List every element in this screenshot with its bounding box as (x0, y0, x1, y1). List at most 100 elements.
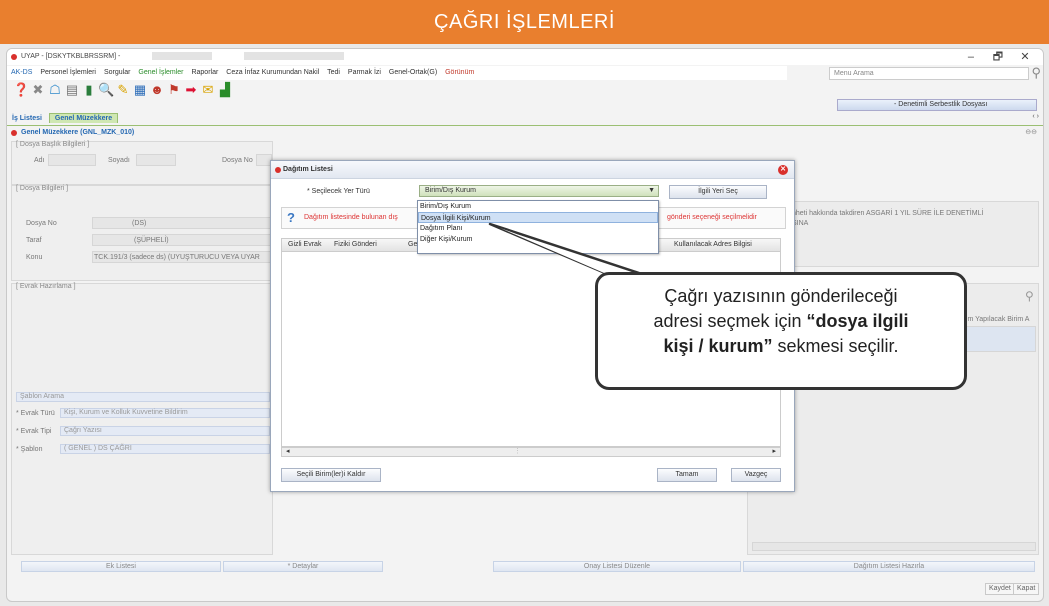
callout-bold: kişi / kurum” (663, 336, 773, 356)
option-birim-dis-kurum[interactable]: Birim/Dış Kurum (418, 201, 658, 212)
list-icon[interactable]: ▤ (64, 82, 80, 98)
chevron-down-icon[interactable]: ▼ (648, 186, 655, 196)
yer-turu-value: Birim/Dış Kurum (425, 187, 476, 194)
option-dosya-ilgili-kisi-kurum[interactable]: Dosya İlgili Kişi/Kurum (418, 212, 658, 223)
menu-item-parmak-izi[interactable]: Parmak İzi (348, 69, 381, 76)
dosya-type-select[interactable]: - Denetimli Serbestlik Dosyası (837, 99, 1037, 111)
search-icon[interactable]: ⚲ (1025, 289, 1034, 303)
menu-item-akds[interactable]: AK-DS (11, 69, 32, 76)
taraf-label: Taraf (26, 237, 42, 244)
close-doc-icon[interactable]: ✖ (30, 82, 46, 98)
taraf-value: (ŞÜPHELİ) (134, 237, 169, 244)
menu-item-personel[interactable]: Personel İşlemleri (40, 69, 96, 76)
scroll-grip-icon[interactable]: ⋮ (514, 448, 521, 456)
ek-listesi-button[interactable]: Ek Listesi (21, 561, 221, 572)
tab-bar: İş Listesi Genel Müzekkere ‹ › (7, 113, 1043, 126)
chart-icon[interactable]: ▟ (217, 82, 233, 98)
vazgec-button[interactable]: Vazgeç (731, 468, 781, 482)
page-banner: ÇAĞRI İŞLEMLERİ (0, 0, 1049, 44)
tamam-button[interactable]: Tamam (657, 468, 717, 482)
adi-field[interactable] (48, 154, 96, 166)
evrak-turu-select[interactable]: Kişi, Kurum ve Kolluk Kuvvetine Bildirim (60, 408, 270, 418)
flag-icon[interactable]: ⚑ (166, 82, 182, 98)
help-icon[interactable]: ❓ (13, 82, 29, 98)
menu-item-gorunum[interactable]: Görünüm (445, 69, 474, 76)
title-blur (152, 52, 213, 61)
callout-line-1: Çağrı yazısının gönderileceği (664, 286, 898, 306)
tab-nav-arrows[interactable]: ‹ › (1032, 113, 1039, 120)
callout-line-3: kişi / kurum” sekmesi seçilir. (598, 334, 964, 359)
mail-icon[interactable]: ✉ (200, 82, 216, 98)
column-gizli-evrak[interactable]: Gizli Evrak (288, 239, 321, 251)
maximize-button[interactable]: 🗗 (986, 49, 1010, 65)
pin-icon[interactable]: ✎ (115, 82, 131, 98)
detaylar-button[interactable]: * Detaylar (223, 561, 383, 572)
adi-label: Adı (34, 157, 45, 164)
users-icon[interactable]: ☖ (47, 82, 63, 98)
option-dagitim-plani[interactable]: Dağıtım Planı (418, 223, 658, 234)
close-button[interactable]: ✕ (1013, 49, 1037, 65)
evrak-tipi-select[interactable]: Çağrı Yazısı (60, 426, 270, 436)
menu-item-sorgular[interactable]: Sorgular (104, 69, 130, 76)
menu-item-ceza-infaz[interactable]: Ceza İnfaz Kurumundan Nakil (226, 69, 319, 76)
dosya-no-value-box (92, 217, 274, 229)
column-adres-bilgisi[interactable]: Kullanılacak Adres Bilgisi (674, 239, 752, 251)
menu-item-genel-ortak[interactable]: Genel-Ortak(G) (389, 69, 437, 76)
evrak-tipi-label: * Evrak Tipi (16, 428, 52, 435)
birim-column-header: lem Yapılacak Birim A (962, 316, 1030, 323)
dosya-no-value: (DS) (132, 220, 147, 227)
column-fiziki-gonderi[interactable]: Fiziki Gönderi (334, 239, 377, 251)
dosya-no-label: Dosya No (26, 220, 57, 227)
search-icon[interactable]: ⚲ (1031, 65, 1041, 81)
search-doc-icon[interactable]: 🔍 (98, 82, 114, 98)
tab-genel-muzekkere[interactable]: Genel Müzekkere (48, 113, 119, 123)
dialog-title-bar: Dağıtım Listesi ✕ (271, 161, 794, 179)
onay-listesi-button[interactable]: Onay Listesi Düzenle (493, 561, 741, 572)
dialog-close-icon[interactable]: ✕ (778, 165, 788, 175)
dagitim-listesi-button[interactable]: Dağıtım Listesi Hazırla (743, 561, 1035, 572)
callout-text: sekmesi seçilir. (772, 336, 899, 356)
dosya-baslik-panel: [ Dosya Başlık Bilgileri ] Adı Soyadı Do… (11, 141, 273, 185)
kapat-button[interactable]: Kapat (1013, 583, 1040, 595)
grid-hscroll[interactable]: ◂ ⋮ ▸ (281, 447, 781, 457)
sablon-arama-input[interactable]: Şablon Arama (16, 392, 270, 402)
people-icon[interactable]: ☻ (149, 82, 165, 98)
scroll-left-icon[interactable]: ◂ (286, 448, 290, 456)
form-icon (11, 130, 17, 136)
secili-birim-kaldir-button[interactable]: Seçili Birim(ler)i Kaldır (281, 468, 381, 482)
info-text: Dağıtım listesinde bulunan dış (304, 214, 398, 221)
ilgili-yeri-sec-button[interactable]: İlgili Yeri Seç (669, 185, 767, 199)
dosya-bilgileri-panel: [ Dosya Bilgileri ] Dosya No (DS) Taraf … (11, 185, 274, 281)
callout-box: Çağrı yazısının gönderileceği adresi seç… (595, 272, 967, 390)
window-controls: – 🗗 ✕ (959, 49, 1037, 65)
dosya-no-label: Dosya No (222, 157, 253, 164)
dosya-baslik-legend: [ Dosya Başlık Bilgileri ] (16, 141, 90, 148)
sablon-select[interactable]: ( GENEL ) DS ÇAĞRI (60, 444, 270, 454)
menu-item-genel-islemler[interactable]: Genel İşlemler (138, 69, 183, 76)
callout-text: adresi seçmek için (653, 311, 807, 331)
form-header: Genel Müzekkere (GNL_MZK_010) ⊖⊖ (7, 127, 1043, 139)
dialog-title: Dağıtım Listesi (283, 166, 333, 173)
calendar-icon[interactable]: ▦ (132, 82, 148, 98)
scroll-right-icon[interactable]: ▸ (772, 448, 776, 456)
taraf-value-box (92, 234, 274, 246)
form-title: Genel Müzekkere (GNL_MZK_010) (21, 129, 135, 136)
option-diger-kisi-kurum[interactable]: Diğer Kişi/Kurum (418, 234, 658, 245)
book-icon[interactable]: ▮ (81, 82, 97, 98)
question-icon: ? (287, 210, 295, 225)
birim-hscroll[interactable] (752, 542, 1036, 551)
yer-turu-select[interactable]: Birim/Dış Kurum ▼ (419, 185, 659, 197)
menu-item-tedi[interactable]: Tedi (327, 69, 340, 76)
menu-item-raporlar[interactable]: Raporlar (191, 69, 218, 76)
soyadi-field[interactable] (136, 154, 176, 166)
form-controls[interactable]: ⊖⊖ (1025, 127, 1037, 139)
yer-turu-dropdown: Birim/Dış Kurum Dosya İlgili Kişi/Kurum … (417, 200, 659, 254)
menu-search-input[interactable]: Menu Arama (829, 67, 1029, 80)
title-bar: UYAP - [DSKYTKBLBRSSRM] - – 🗗 ✕ (7, 49, 1043, 65)
info-text-tail: gönderi seçeneği seçilmelidir (667, 214, 757, 221)
column-ge[interactable]: Ge (408, 239, 417, 251)
kaydet-button[interactable]: Kaydet (985, 583, 1015, 595)
tab-is-listesi[interactable]: İş Listesi (7, 114, 47, 123)
arrow-icon[interactable]: ➡ (183, 82, 199, 98)
minimize-button[interactable]: – (959, 49, 983, 65)
